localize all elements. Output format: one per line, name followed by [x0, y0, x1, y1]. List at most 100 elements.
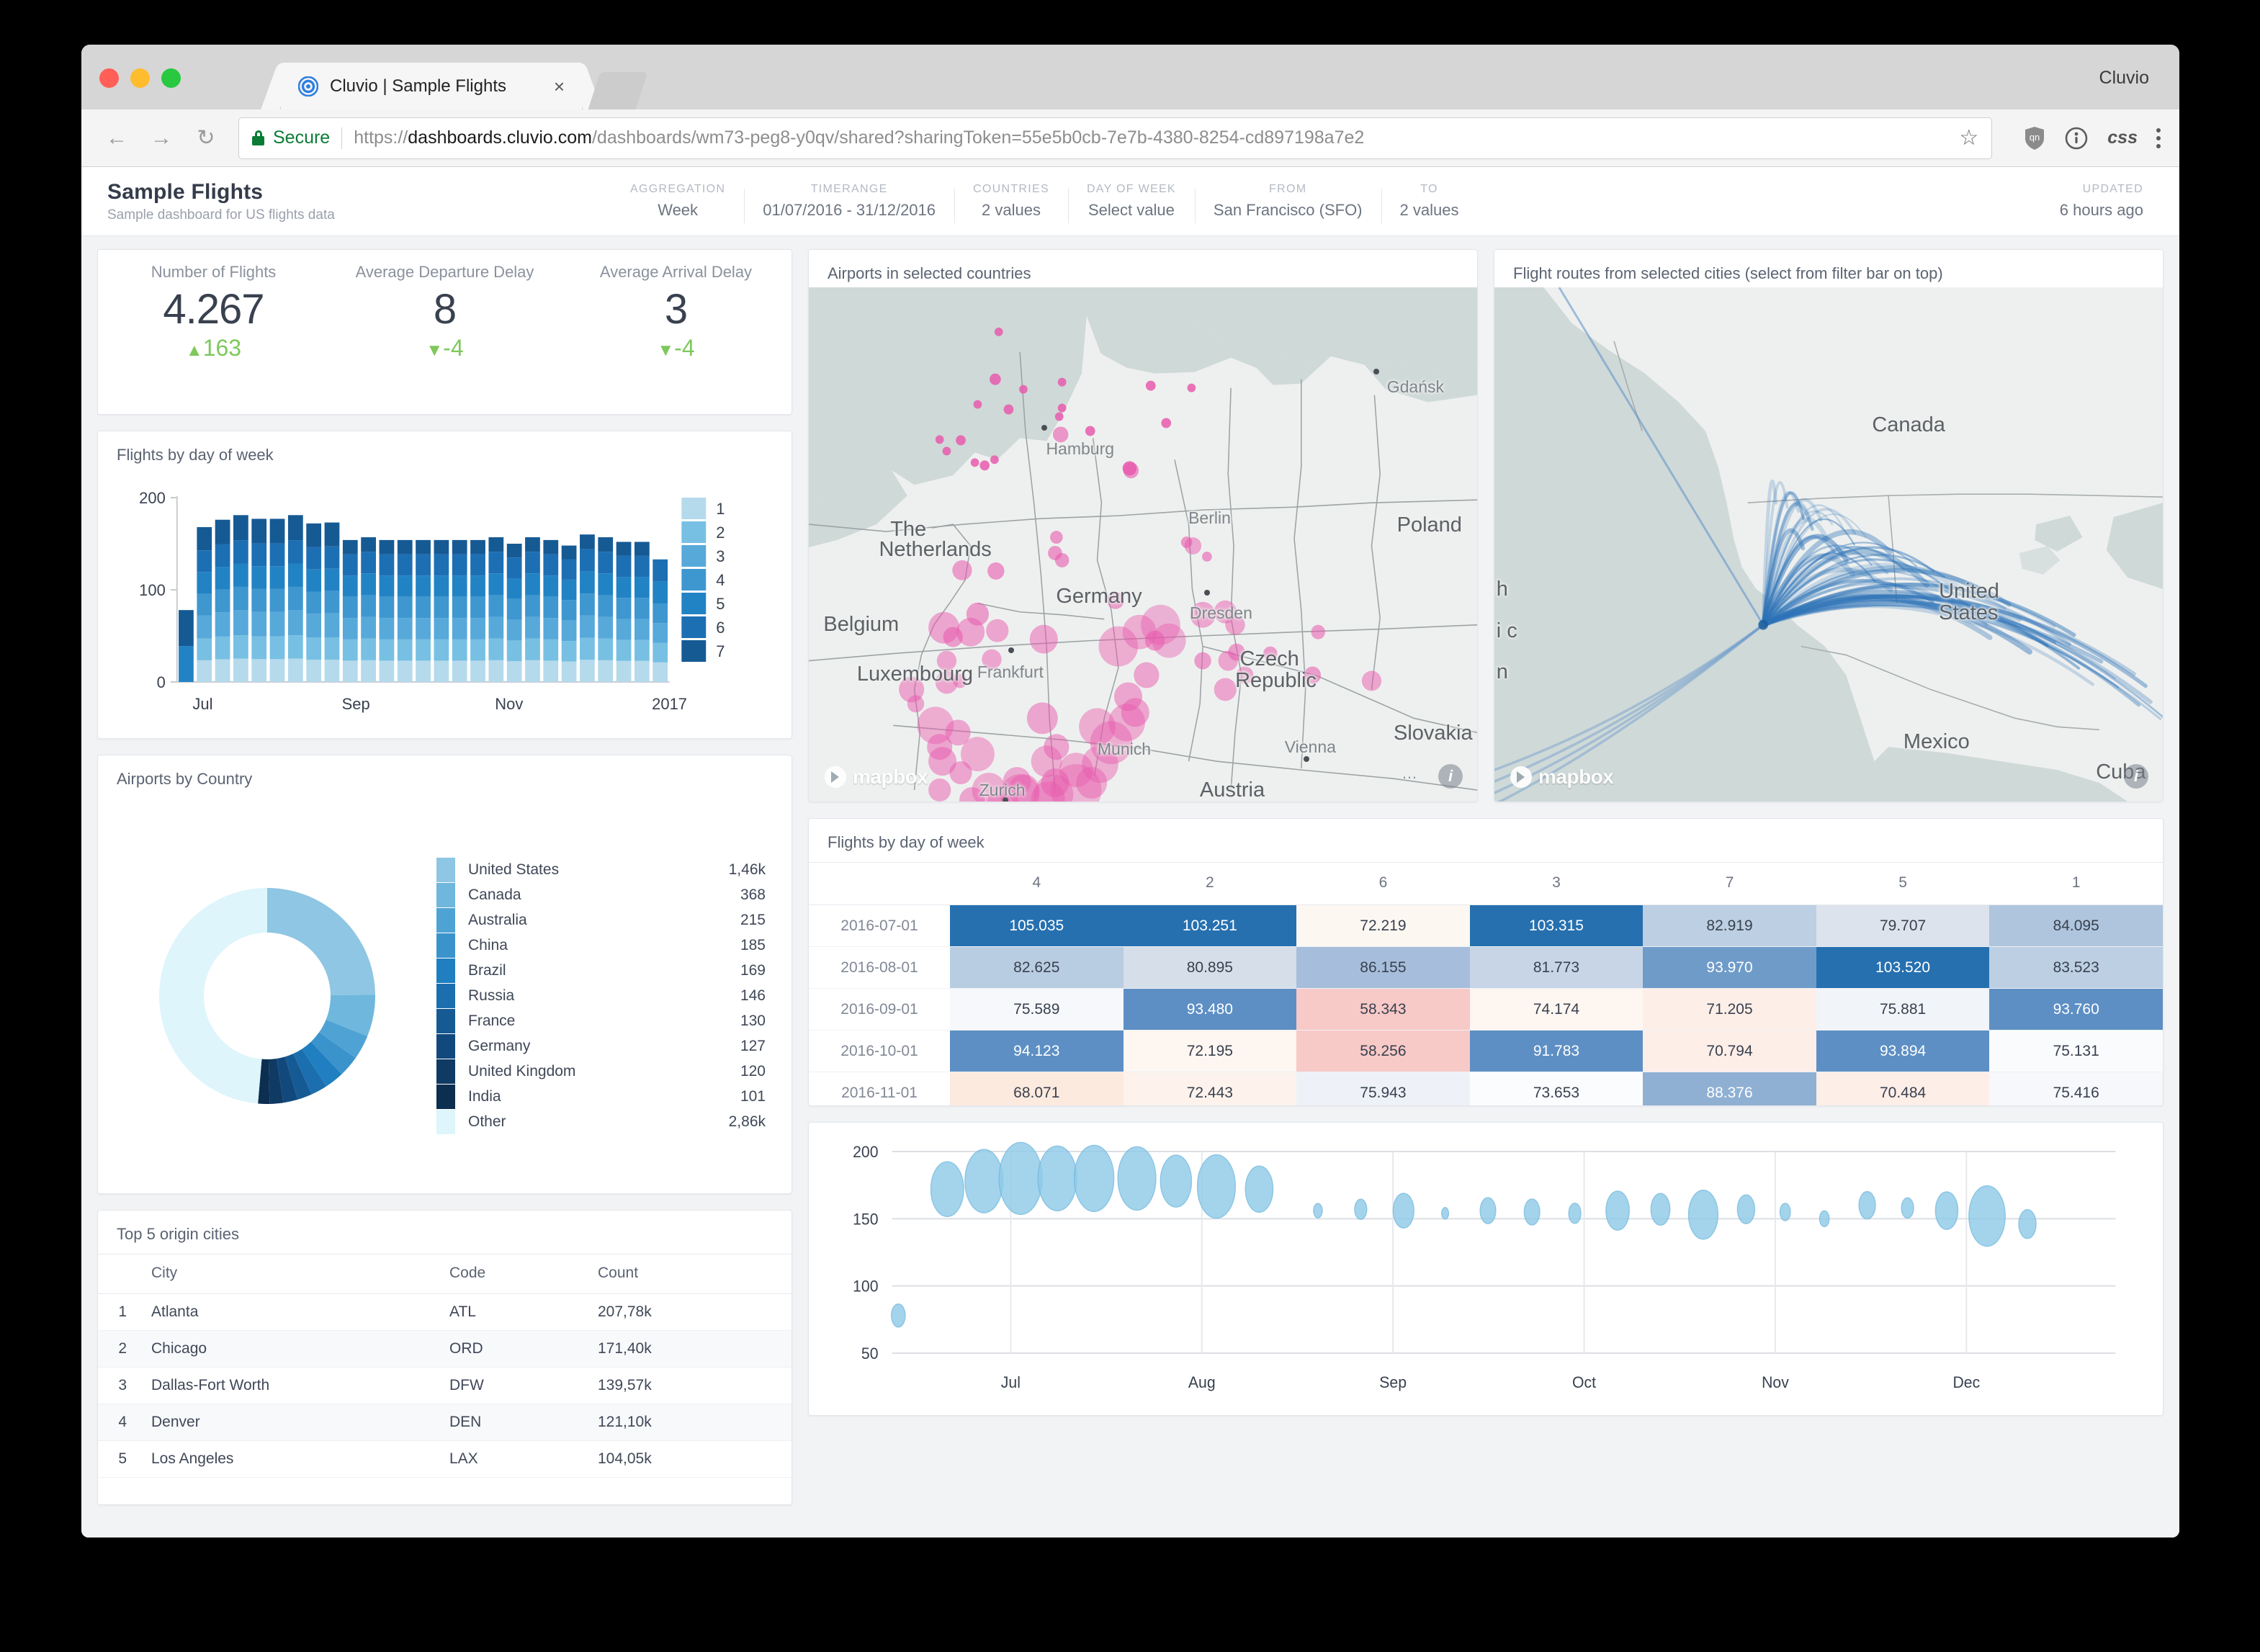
close-tab-icon[interactable]: ×: [554, 77, 565, 96]
heat-cell[interactable]: 58.343: [1296, 989, 1470, 1031]
heat-cell[interactable]: 82.919: [1643, 905, 1816, 947]
filter-to[interactable]: TO 2 values: [1381, 183, 1478, 220]
filter-countries[interactable]: COUNTRIES 2 values: [954, 183, 1068, 220]
heat-cell[interactable]: 68.071: [950, 1072, 1124, 1107]
heat-cell[interactable]: 75.881: [1816, 989, 1990, 1031]
mapbox-logo[interactable]: mapbox: [1510, 766, 1613, 789]
table-row[interactable]: 2016-08-0182.62580.89586.15581.77393.970…: [809, 947, 2163, 989]
1password-icon[interactable]: [2064, 126, 2089, 151]
table-row[interactable]: 2ChicagoORD171,40k: [98, 1331, 792, 1368]
heat-cell[interactable]: 75.943: [1296, 1072, 1470, 1107]
legend-item[interactable]: Russia146: [436, 984, 766, 1009]
heat-cell[interactable]: 86.155: [1296, 947, 1470, 989]
heat-cell[interactable]: 93.760: [1989, 989, 2163, 1031]
css-extension-icon[interactable]: css: [2107, 127, 2138, 148]
heat-col-header[interactable]: 6: [1296, 863, 1470, 905]
heat-cell[interactable]: 83.523: [1989, 947, 2163, 989]
ublock-icon[interactable]: ub: [2024, 126, 2045, 151]
heat-cell[interactable]: 74.174: [1470, 989, 1644, 1031]
legend-item[interactable]: Other2,86k: [436, 1110, 766, 1135]
heat-col-header[interactable]: 2: [1124, 863, 1297, 905]
address-bar[interactable]: Secure https:// dashboards.cluvio.com /d…: [238, 117, 1992, 159]
legend-item[interactable]: China185: [436, 933, 766, 959]
heat-cell[interactable]: 73.653: [1470, 1072, 1644, 1107]
heat-cell[interactable]: 84.095: [1989, 905, 2163, 947]
col-code[interactable]: Code: [441, 1254, 585, 1294]
heat-cell[interactable]: 88.376: [1643, 1072, 1816, 1107]
heat-col-header[interactable]: 5: [1816, 863, 1990, 905]
heat-cell[interactable]: 94.123: [950, 1031, 1124, 1072]
heat-col-header[interactable]: 3: [1470, 863, 1644, 905]
legend-item[interactable]: United States1,46k: [436, 858, 766, 883]
page-title: Sample Flights: [107, 180, 611, 205]
legend-item[interactable]: France130: [436, 1009, 766, 1034]
new-tab-button[interactable]: [588, 72, 648, 109]
mapbox-logo[interactable]: mapbox: [825, 766, 928, 789]
table-row[interactable]: 2016-07-01105.035103.25172.219103.31582.…: [809, 905, 2163, 947]
heat-col-header[interactable]: 7: [1643, 863, 1816, 905]
profile-name[interactable]: Cluvio: [2099, 68, 2149, 89]
browser-tab[interactable]: Cluvio | Sample Flights ×: [281, 63, 582, 109]
map-info-icon[interactable]: i: [2124, 764, 2148, 789]
table-row[interactable]: 5Los AngelesLAX104,05k: [98, 1441, 792, 1478]
reload-icon[interactable]: ↻: [189, 122, 223, 155]
legend-item[interactable]: Canada368: [436, 883, 766, 908]
heat-cell[interactable]: 58.256: [1296, 1031, 1470, 1072]
stacked-bar-chart[interactable]: 0100200JulSepNov20171234567: [98, 473, 792, 739]
heat-cell[interactable]: 103.315: [1470, 905, 1644, 947]
table-row[interactable]: 2016-09-0175.58993.48058.34374.17471.205…: [809, 989, 2163, 1031]
close-window-button[interactable]: [99, 68, 119, 88]
filter-day-of-week[interactable]: DAY OF WEEK Select value: [1068, 183, 1195, 220]
legend-item[interactable]: Germany127: [436, 1034, 766, 1059]
heat-cell[interactable]: 70.794: [1643, 1031, 1816, 1072]
table-row[interactable]: 4DenverDEN121,10k: [98, 1404, 792, 1441]
airports-map[interactable]: mapbox … i GdańskHamburgBerlinPolandTheN…: [809, 287, 1477, 802]
heat-cell[interactable]: 75.131: [1989, 1031, 2163, 1072]
map-info-icon[interactable]: i: [1438, 764, 1463, 789]
table-row[interactable]: 3Dallas-Fort WorthDFW139,57k: [98, 1368, 792, 1404]
heat-cell[interactable]: 105.035: [950, 905, 1124, 947]
table-row[interactable]: 2016-11-0168.07172.44375.94373.65388.376…: [809, 1072, 2163, 1107]
legend-item[interactable]: India101: [436, 1085, 766, 1110]
filter-from[interactable]: FROM San Francisco (SFO): [1195, 183, 1381, 220]
heat-cell[interactable]: 71.205: [1643, 989, 1816, 1031]
col-count[interactable]: Count: [585, 1254, 792, 1294]
heat-cell[interactable]: 70.484: [1816, 1072, 1990, 1107]
table-row[interactable]: 1AtlantaATL207,78k: [98, 1294, 792, 1331]
bookmark-star-icon[interactable]: ☆: [1945, 125, 1978, 151]
heat-cell[interactable]: 103.251: [1124, 905, 1297, 947]
legend-item[interactable]: United Kingdom120: [436, 1059, 766, 1085]
heat-cell[interactable]: 80.895: [1124, 947, 1297, 989]
bubble-chart[interactable]: 50100150200JulAugSepOctNovDec: [809, 1123, 2163, 1415]
heat-cell[interactable]: 93.480: [1124, 989, 1297, 1031]
heat-cell[interactable]: 72.219: [1296, 905, 1470, 947]
heat-cell[interactable]: 93.894: [1816, 1031, 1990, 1072]
heat-cell[interactable]: 103.520: [1816, 947, 1990, 989]
maximize-window-button[interactable]: [161, 68, 181, 88]
donut-chart[interactable]: [98, 799, 436, 1193]
browser-menu-icon[interactable]: [2156, 128, 2161, 148]
heat-cell[interactable]: 72.443: [1124, 1072, 1297, 1107]
heat-cell[interactable]: 91.783: [1470, 1031, 1644, 1072]
heat-cell[interactable]: 81.773: [1470, 947, 1644, 989]
heat-cell[interactable]: 82.625: [950, 947, 1124, 989]
heat-cell[interactable]: 72.195: [1124, 1031, 1297, 1072]
minimize-window-button[interactable]: [130, 68, 150, 88]
heat-col-header[interactable]: 1: [1989, 863, 2163, 905]
legend-item[interactable]: Brazil169: [436, 959, 766, 984]
filter-aggregation[interactable]: AGGREGATION Week: [611, 183, 744, 220]
filter-timerange[interactable]: TIMERANGE 01/07/2016 - 31/12/2016: [744, 183, 954, 220]
map-attribution-dots[interactable]: …: [1402, 764, 1420, 783]
back-icon[interactable]: ←: [100, 122, 133, 155]
legend-item[interactable]: Australia215: [436, 908, 766, 933]
forward-icon[interactable]: →: [145, 122, 178, 155]
heat-cell[interactable]: 93.970: [1643, 947, 1816, 989]
heat-col-header[interactable]: 4: [950, 863, 1124, 905]
routes-map[interactable]: mapbox i CanadaUnitedStateshi cnMexicoCu…: [1494, 287, 2163, 802]
col-city[interactable]: City: [138, 1254, 441, 1294]
heat-cell[interactable]: 75.589: [950, 989, 1124, 1031]
heat-cell[interactable]: 75.416: [1989, 1072, 2163, 1107]
heat-cell[interactable]: 79.707: [1816, 905, 1990, 947]
col-index[interactable]: [98, 1254, 138, 1294]
table-row[interactable]: 2016-10-0194.12372.19558.25691.78370.794…: [809, 1031, 2163, 1072]
